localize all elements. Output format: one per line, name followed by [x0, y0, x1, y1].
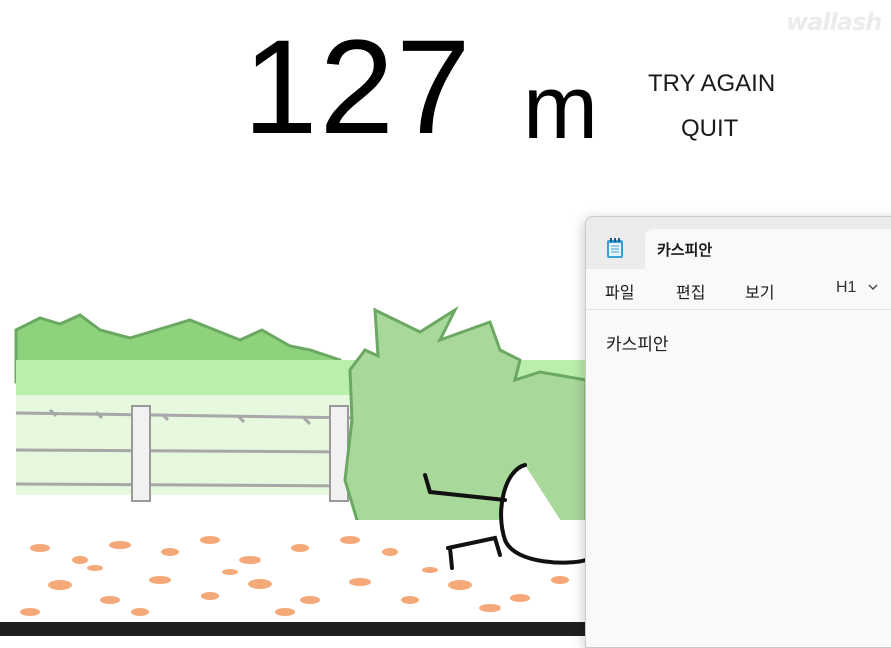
fence-post — [329, 405, 349, 502]
title-bar[interactable]: 카스피안 — [586, 217, 891, 269]
distance-display: 127 m — [243, 13, 623, 162]
ground — [16, 520, 586, 622]
watermark-logo: wallash — [786, 8, 882, 36]
fence-post — [131, 405, 151, 502]
menu-edit[interactable]: 편집 — [676, 279, 705, 303]
menu-bar: 파일 편집 보기 H1 — [586, 269, 891, 310]
notepad-window: 카스피안 파일 편집 보기 H1 카스피안 — [585, 216, 891, 648]
tab-title: 카스피안 — [657, 241, 713, 259]
try-again-button[interactable]: TRY AGAIN — [648, 70, 775, 98]
menu-view[interactable]: 보기 — [745, 279, 774, 303]
quit-button[interactable]: QUIT — [681, 115, 738, 143]
distance-unit: m — [523, 58, 598, 158]
document-tab[interactable]: 카스피안 — [645, 229, 891, 269]
heading-dropdown[interactable]: H1 — [836, 279, 856, 297]
document-text[interactable]: 카스피안 — [606, 330, 669, 355]
chevron-down-icon[interactable] — [867, 281, 879, 293]
distance-value: 127 — [243, 13, 473, 162]
notepad-icon — [607, 238, 623, 258]
text-editor[interactable]: 카스피안 — [586, 310, 891, 647]
menu-file[interactable]: 파일 — [605, 279, 634, 303]
